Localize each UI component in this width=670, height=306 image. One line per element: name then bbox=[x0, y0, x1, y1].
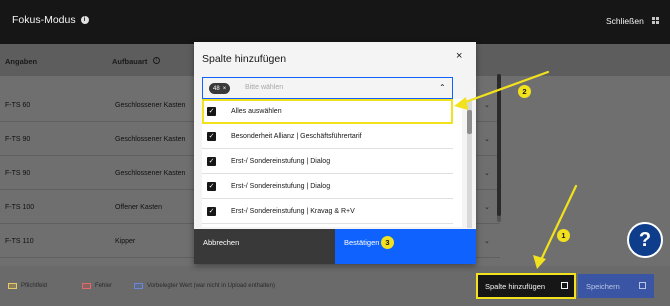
multiselect-placeholder[interactable]: Bitte wählen bbox=[245, 84, 283, 91]
add-column-button[interactable]: Spalte hinzufügen bbox=[476, 273, 576, 299]
column-header-aufbauart[interactable]: Aufbauart bbox=[112, 57, 147, 66]
column-multiselect[interactable]: 48 × Bitte wählen ⌃ bbox=[202, 77, 453, 99]
cell-aufbauart: Geschlossener Kasten bbox=[115, 102, 186, 109]
legend-item-error: Fehler bbox=[82, 283, 112, 289]
cell-angaben: F-TS 100 bbox=[5, 204, 35, 211]
column-header-angaben[interactable]: Angaben bbox=[5, 57, 37, 66]
checkbox-checked-icon[interactable]: ✓ bbox=[207, 107, 216, 116]
list-item[interactable]: ✓ Erst-/ Sondereinstufung | Dialog bbox=[202, 149, 453, 174]
focus-mode-header: Fokus-Modus i Schließen bbox=[0, 0, 670, 44]
cell-angaben: F-TS 90 bbox=[5, 136, 31, 143]
checkbox-checked-icon[interactable]: ✓ bbox=[207, 157, 216, 166]
chevron-down-icon[interactable]: ⌄ bbox=[484, 135, 490, 143]
step-marker-1: 1 bbox=[557, 229, 570, 242]
chevron-down-icon[interactable]: ⌄ bbox=[484, 169, 490, 177]
legend-item-prefilled: Vorbelegter Wert (war nicht in Upload en… bbox=[134, 283, 275, 289]
chevron-down-icon[interactable]: ⌄ bbox=[484, 101, 490, 109]
step-marker-2: 2 bbox=[518, 85, 531, 98]
cancel-button[interactable]: Abbrechen bbox=[194, 229, 335, 264]
save-button[interactable]: Speichern bbox=[578, 274, 654, 298]
column-options-list: ✓ Alles auswählen ✓ Besonderheit Allianz… bbox=[202, 99, 462, 227]
clear-selection-icon[interactable]: × bbox=[223, 86, 227, 92]
cell-aufbauart: Geschlossener Kasten bbox=[115, 170, 186, 177]
chevron-down-icon[interactable]: ⌄ bbox=[484, 203, 490, 211]
cell-angaben: F-TS 90 bbox=[5, 170, 31, 177]
cell-aufbauart: Kipper bbox=[115, 238, 136, 245]
add-column-label: Spalte hinzufügen bbox=[485, 281, 546, 291]
info-icon[interactable]: i bbox=[80, 16, 89, 24]
list-item[interactable]: ✓ Besonderheit Allianz | Geschäftsführer… bbox=[202, 124, 453, 149]
cell-aufbauart: Geschlossener Kasten bbox=[115, 136, 186, 143]
collapse-icon[interactable] bbox=[652, 17, 659, 24]
legend-item-required: Pflichtfeld bbox=[8, 283, 47, 289]
confirm-button[interactable]: Bestätigen bbox=[335, 229, 476, 264]
checkbox-checked-icon[interactable]: ✓ bbox=[207, 182, 216, 191]
legend-label: Vorbelegter Wert (war nicht in Upload en… bbox=[147, 283, 275, 289]
options-scrollbar[interactable] bbox=[467, 100, 472, 228]
legend-swatch bbox=[8, 283, 17, 289]
cell-angaben: F-TS 60 bbox=[5, 102, 31, 109]
modal-close-icon[interactable]: × bbox=[456, 50, 462, 62]
legend-label: Fehler bbox=[95, 283, 113, 289]
help-question-icon: ? bbox=[638, 228, 652, 251]
selected-count-tag[interactable]: 48 × bbox=[209, 83, 231, 94]
selected-count: 48 bbox=[213, 85, 220, 92]
help-button[interactable]: ? bbox=[627, 222, 663, 258]
modal-title: Spalte hinzufügen bbox=[202, 53, 287, 65]
option-label: Erst-/ Sondereinstufung | Dialog bbox=[231, 183, 331, 190]
column-info-icon[interactable]: i bbox=[153, 57, 160, 64]
close-focus-mode-link[interactable]: Schließen bbox=[606, 16, 644, 26]
legend-label: Pflichtfeld bbox=[21, 283, 48, 289]
checkbox-checked-icon[interactable]: ✓ bbox=[207, 207, 216, 216]
add-column-icon bbox=[561, 282, 568, 289]
cell-angaben: F-TS 110 bbox=[5, 238, 34, 245]
save-label: Speichern bbox=[586, 281, 620, 291]
table-scrollbar-thumb[interactable] bbox=[497, 74, 501, 216]
option-label: Erst-/ Sondereinstufung | Kravag & R+V bbox=[231, 208, 355, 215]
options-scrollbar-thumb[interactable] bbox=[467, 110, 472, 134]
chevron-up-icon[interactable]: ⌃ bbox=[439, 83, 446, 92]
checkbox-checked-icon[interactable]: ✓ bbox=[207, 132, 216, 141]
list-item[interactable]: ✓ Erst-/ Sondereinstufung | Kravag & R+V bbox=[202, 199, 453, 224]
cell-aufbauart: Offener Kasten bbox=[115, 204, 162, 211]
option-label: Erst-/ Sondereinstufung | Dialog bbox=[231, 158, 331, 165]
option-label: Besonderheit Allianz | Geschäftsführerta… bbox=[231, 133, 362, 140]
list-item[interactable]: ✓ Erst-/ Sondereinstufung | Dialog bbox=[202, 174, 453, 199]
legend-swatch bbox=[134, 283, 143, 289]
step-marker-3: 3 bbox=[381, 236, 394, 249]
page-title-text: Fokus-Modus bbox=[12, 14, 76, 26]
option-label: Alles auswählen bbox=[231, 108, 282, 115]
chevron-down-icon[interactable]: ⌄ bbox=[484, 237, 490, 245]
option-select-all[interactable]: ✓ Alles auswählen bbox=[202, 99, 453, 124]
table-scrollbar[interactable] bbox=[497, 74, 501, 222]
page-title: Fokus-Modus i bbox=[12, 14, 89, 26]
legend-swatch bbox=[82, 283, 91, 289]
save-icon bbox=[639, 282, 646, 289]
